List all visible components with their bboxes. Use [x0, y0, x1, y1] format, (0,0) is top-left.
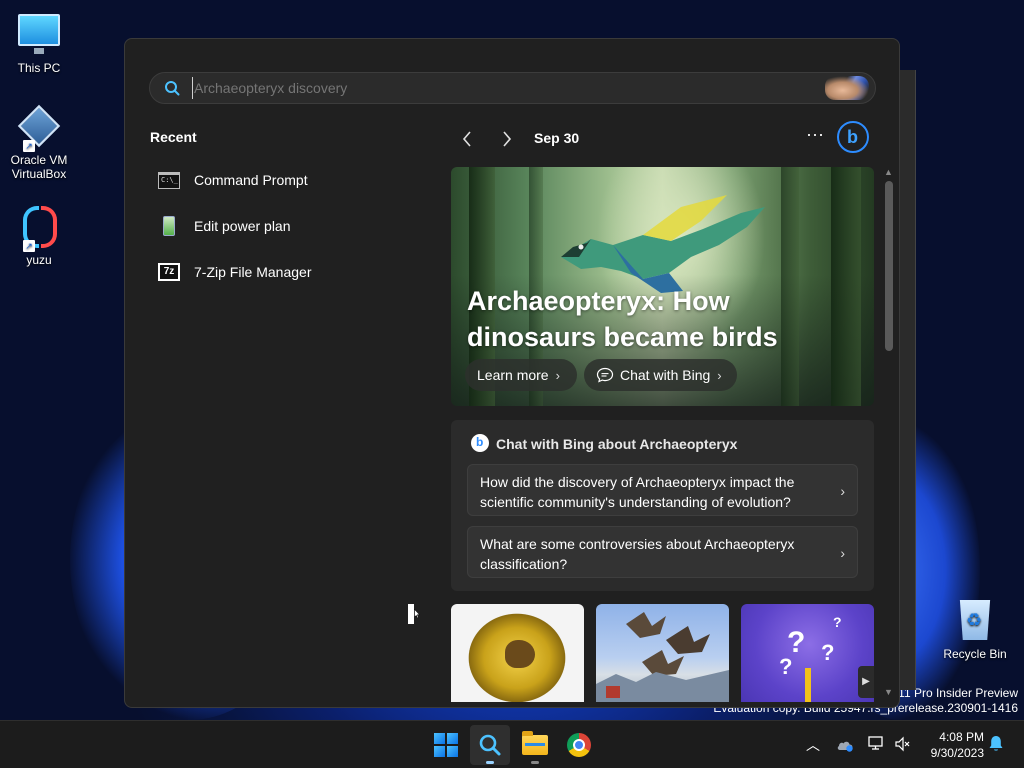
recent-item-label: Edit power plan	[194, 218, 291, 234]
chat-card-title: Chat with Bing about Archaeopteryx	[496, 436, 738, 452]
magnifier-handle	[805, 668, 811, 702]
desktop-icon-label: yuzu	[26, 253, 52, 267]
taskbar-search-button[interactable]	[470, 725, 510, 765]
scrollbar[interactable]: ▲ ▼	[883, 167, 895, 697]
active-indicator	[486, 761, 494, 764]
clock-time: 4:08 PM	[939, 730, 984, 744]
search-icon	[165, 81, 180, 96]
thumbnail-quiz[interactable]: ? ? ? ?	[741, 604, 874, 702]
thumbnail-amber-fossil[interactable]	[451, 604, 584, 702]
shortcut-arrow-icon: ↗	[23, 140, 35, 152]
bing-chat-card: b Chat with Bing about Archaeopteryx How…	[451, 420, 874, 591]
desktop-icon-this-pc[interactable]: This PC	[3, 8, 75, 75]
volume-muted-icon[interactable]	[894, 736, 910, 752]
scroll-up-icon[interactable]: ▲	[884, 167, 893, 177]
learn-more-button[interactable]: Learn more ›	[465, 359, 577, 391]
chrome-icon	[567, 733, 591, 757]
bing-icon: b	[471, 434, 489, 452]
clock-date: 9/30/2023	[930, 746, 984, 760]
chat-with-bing-button[interactable]: Chat with Bing ›	[584, 359, 737, 391]
desktop-icon-recycle-bin[interactable]: ♻ Recycle Bin	[938, 598, 1012, 661]
bing-chat-button[interactable]: b	[837, 121, 869, 153]
7zip-icon: 7z	[158, 263, 180, 281]
next-thumbnails-button[interactable]: ▶	[858, 666, 874, 698]
chrome-button[interactable]	[559, 725, 599, 765]
this-pc-icon	[18, 14, 60, 54]
learn-more-label: Learn more	[477, 367, 549, 383]
running-indicator	[531, 761, 539, 764]
search-input[interactable]	[192, 77, 812, 99]
taskbar: ︿ 4:08 PM 9/30/2023	[0, 720, 1024, 768]
desktop-icon-yuzu[interactable]: ↗ yuzu	[3, 204, 75, 267]
network-icon[interactable]	[868, 736, 886, 752]
search-icon	[479, 734, 501, 756]
chevron-right-icon	[503, 131, 512, 147]
onedrive-icon[interactable]	[836, 737, 854, 753]
bing-question-2[interactable]: What are some controversies about Archae…	[467, 526, 858, 578]
chevron-right-icon: ›	[717, 367, 722, 383]
highlight-date: Sep 30	[534, 130, 580, 146]
desktop-icon-label: Oracle VM VirtualBox	[10, 153, 68, 181]
scrollbar-thumb[interactable]	[885, 181, 893, 351]
folder-icon	[522, 731, 548, 755]
chevron-left-icon	[462, 131, 471, 147]
background-window-edge	[898, 70, 916, 690]
desktop-icon-label: This PC	[17, 61, 61, 75]
notification-bell-icon[interactable]	[988, 735, 1004, 753]
windows-logo-icon	[434, 733, 458, 757]
recent-heading: Recent	[150, 129, 197, 145]
thumbnail-flying-birds[interactable]	[596, 604, 729, 702]
question-mark-icon: ?	[821, 640, 835, 665]
question-text: How did the discovery of Archaeopteryx i…	[480, 474, 795, 510]
shortcut-arrow-icon: ↗	[23, 240, 35, 252]
hero-card[interactable]: Archaeopteryx: How dinosaurs became bird…	[451, 167, 874, 406]
question-mark-icon: ?	[779, 654, 793, 679]
recent-item-7zip[interactable]: 7z 7-Zip File Manager	[157, 258, 417, 286]
more-options-button[interactable]: ···	[803, 125, 827, 149]
search-panel: Recent C:\_ Command Prompt Edit power pl…	[124, 38, 900, 708]
chat-bubble-icon	[596, 367, 614, 383]
scroll-down-icon[interactable]: ▼	[884, 687, 893, 697]
bing-icon: b	[847, 127, 858, 147]
previous-day-button[interactable]	[455, 127, 479, 151]
question-mark-icon: ?	[833, 614, 842, 630]
recent-item-label: Command Prompt	[194, 172, 308, 188]
mouse-cursor-icon	[408, 604, 420, 624]
next-day-button[interactable]	[495, 127, 519, 151]
hero-title: Archaeopteryx: How dinosaurs became bird…	[467, 286, 778, 352]
recycle-bin-icon: ♻	[959, 600, 991, 640]
recent-item-label: 7-Zip File Manager	[194, 264, 312, 280]
recent-item-edit-power-plan[interactable]: Edit power plan	[157, 212, 417, 240]
command-prompt-icon: C:\_	[158, 171, 180, 189]
power-plan-icon	[163, 216, 175, 236]
desktop-icon-label: Recycle Bin	[943, 647, 1007, 661]
chat-with-bing-label: Chat with Bing	[620, 367, 711, 383]
search-box[interactable]	[149, 72, 876, 104]
search-highlight-image	[825, 76, 869, 100]
tree-trunk	[831, 167, 861, 406]
chevron-up-icon[interactable]: ︿	[806, 735, 820, 755]
recent-item-command-prompt[interactable]: C:\_ Command Prompt	[157, 166, 417, 194]
question-text: What are some controversies about Archae…	[480, 536, 795, 572]
chevron-right-icon: ›	[840, 545, 845, 561]
taskbar-clock[interactable]: 4:08 PM 9/30/2023	[920, 729, 984, 761]
chevron-right-icon: ›	[555, 367, 560, 383]
start-button[interactable]	[426, 725, 466, 765]
file-explorer-button[interactable]	[515, 725, 555, 765]
desktop-icon-virtualbox[interactable]: ↗ Oracle VM VirtualBox	[3, 104, 75, 181]
bing-question-1[interactable]: How did the discovery of Archaeopteryx i…	[467, 464, 858, 516]
chevron-right-icon: ›	[840, 483, 845, 499]
birds-illustration	[596, 612, 729, 702]
